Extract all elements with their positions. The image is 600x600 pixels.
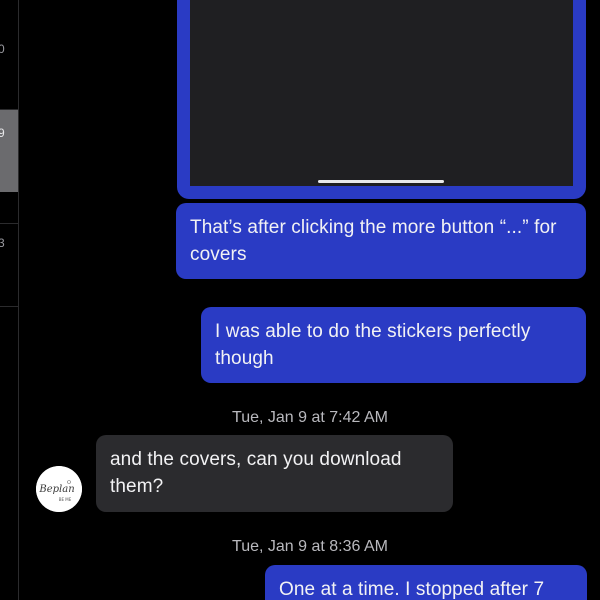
conversation-list-item-digit: 9 <box>0 126 5 140</box>
conversation-list-item[interactable]: 0 <box>0 0 18 110</box>
brand-logo-icon: Beplan BE ME <box>36 466 82 512</box>
conversation-list-item-selected[interactable]: 9 <box>0 110 18 192</box>
message-timestamp: Tue, Jan 9 at 7:42 AM <box>232 409 388 426</box>
messages-screen: 0 9 3 That’s after clicking the more but… <box>0 0 600 600</box>
outgoing-message-bubble[interactable]: I was able to do the stickers perfectly … <box>201 307 586 383</box>
conversation-list-sidebar: 0 9 3 <box>0 0 19 600</box>
conversation-list-item[interactable] <box>0 193 18 224</box>
message-timestamp: Tue, Jan 9 at 8:36 AM <box>232 538 388 555</box>
avatar-logo-subtext: BE ME <box>59 497 72 502</box>
screenshot-attachment[interactable] <box>190 0 573 186</box>
incoming-message-bubble[interactable]: and the covers, can you download them? <box>96 435 453 512</box>
image-attachment-bubble[interactable] <box>177 0 586 199</box>
home-indicator-bar <box>318 180 444 183</box>
conversation-list-item-digit: 3 <box>0 236 5 250</box>
outgoing-message-bubble[interactable]: That’s after clicking the more button “.… <box>176 203 586 279</box>
brand-logo-avatar[interactable]: Beplan BE ME <box>36 466 82 512</box>
avatar-logo-text: Beplan <box>38 484 74 495</box>
outgoing-message-bubble[interactable]: One at a time. I stopped after 7 <box>265 565 587 600</box>
conversation-list-item[interactable]: 3 <box>0 224 18 307</box>
conversation-list-item-digit: 0 <box>0 42 5 56</box>
